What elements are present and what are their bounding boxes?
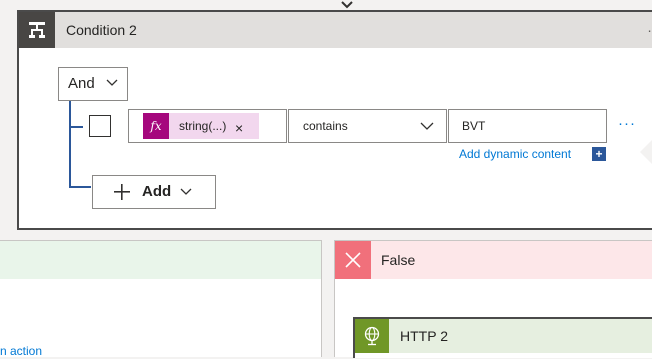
dynamic-token[interactable]: fx string(...) × <box>143 113 259 139</box>
add-button[interactable]: Add <box>92 175 216 209</box>
value-text: BVT <box>462 119 486 133</box>
add-button-label: Add <box>142 183 172 200</box>
tree-line-branch <box>69 126 83 128</box>
tree-line-branch <box>69 186 91 188</box>
left-operand-field[interactable]: fx string(...) × <box>128 109 287 143</box>
tree-line-vertical <box>69 101 71 187</box>
http2-action-card[interactable]: HTTP 2 <box>353 317 652 358</box>
condition-card: Condition 2 … And fx string(...) × conta… <box>17 10 652 230</box>
close-icon <box>335 241 371 279</box>
true-branch-header[interactable] <box>0 241 321 279</box>
operator-dropdown[interactable]: contains <box>288 109 447 143</box>
chevron-down-icon <box>106 79 118 86</box>
plus-icon <box>114 184 130 200</box>
http2-header[interactable]: HTTP 2 <box>355 319 652 353</box>
http2-title[interactable]: HTTP 2 <box>400 319 448 353</box>
header-menu-icon[interactable]: … <box>647 12 652 48</box>
false-branch-header[interactable]: False <box>335 241 652 279</box>
chevron-down-icon <box>180 188 192 195</box>
row-select-checkbox[interactable] <box>89 115 111 137</box>
fx-icon: fx <box>143 113 169 139</box>
true-branch-panel: n action <box>0 240 322 358</box>
group-operator-dropdown[interactable]: And <box>58 67 128 101</box>
false-branch-panel: False HTTP 2 <box>334 240 652 358</box>
group-operator-value: And <box>68 75 95 92</box>
value-input[interactable]: BVT <box>448 109 607 143</box>
chevron-down-icon <box>420 122 434 130</box>
token-remove-icon[interactable]: × <box>235 115 243 141</box>
add-dynamic-content-link[interactable]: Add dynamic content <box>459 146 571 162</box>
condition-icon <box>19 12 55 48</box>
side-panel-notch-icon <box>640 140 652 164</box>
condition-header[interactable]: Condition 2 … <box>19 12 652 48</box>
add-dynamic-content-plus-icon[interactable]: + <box>592 147 606 161</box>
operator-value: contains <box>303 119 348 133</box>
token-label: string(...) <box>179 119 227 133</box>
connector-arrow-icon <box>341 1 353 9</box>
row-more-icon[interactable]: ··· <box>618 115 636 132</box>
globe-icon <box>355 319 389 353</box>
false-branch-label: False <box>381 252 416 268</box>
condition-title[interactable]: Condition 2 <box>66 12 137 48</box>
